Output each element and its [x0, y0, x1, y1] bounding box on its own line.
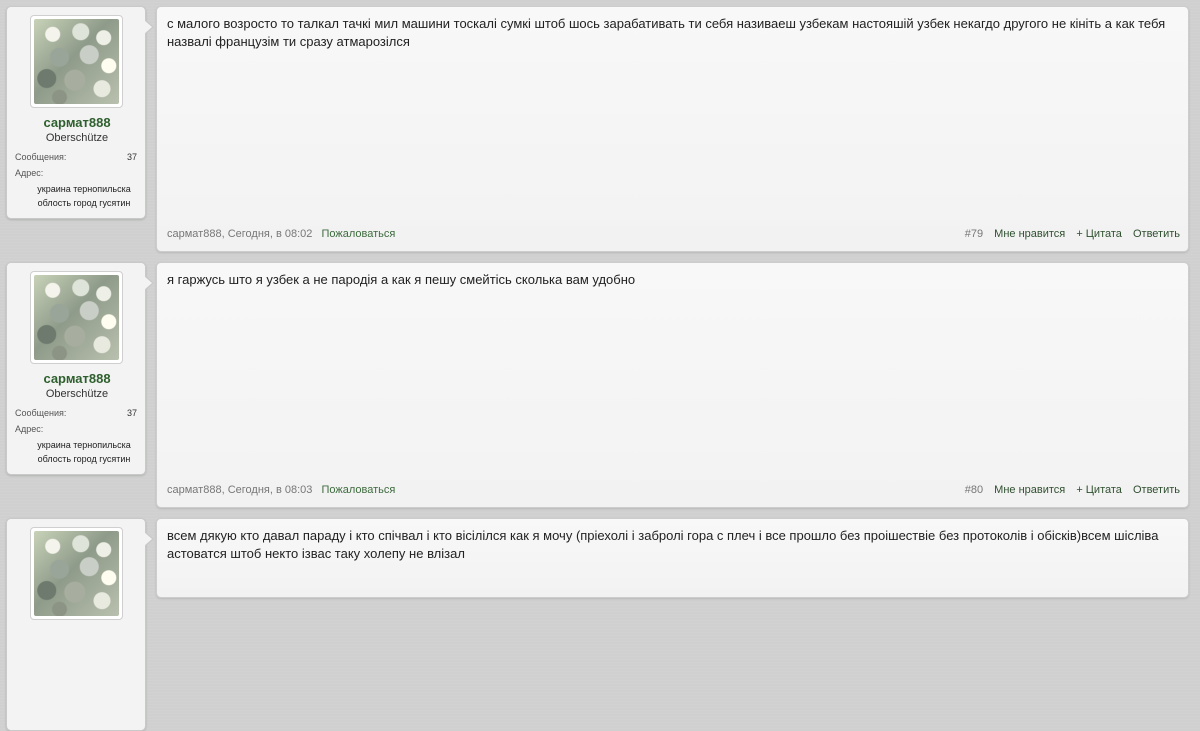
- user-info-panel: [6, 518, 154, 731]
- post-number-link[interactable]: #79: [965, 228, 983, 240]
- post-meta: сармат888, Сегодня, в 08:03 Пожаловаться: [167, 484, 395, 496]
- reply-link[interactable]: Ответить: [1133, 484, 1180, 496]
- user-info-panel: сармат888 Oberschütze Сообщения: 37 Адре…: [6, 262, 154, 475]
- report-link[interactable]: Пожаловаться: [321, 228, 395, 240]
- reply-link[interactable]: Ответить: [1133, 228, 1180, 240]
- post-time: , Сегодня, в 08:02: [221, 228, 313, 240]
- user-info-panel: сармат888 Oberschütze Сообщения: 37 Адре…: [6, 6, 154, 219]
- user-title: Oberschütze: [45, 388, 109, 400]
- avatar-image: [34, 531, 119, 616]
- like-link[interactable]: Мне нравится: [994, 484, 1065, 496]
- report-link[interactable]: Пожаловаться: [321, 484, 395, 496]
- avatar[interactable]: [30, 527, 123, 620]
- post-author[interactable]: сармат888: [167, 228, 222, 240]
- address-value: украина тернопильска облость город гусят…: [37, 184, 131, 208]
- speech-arrow: [144, 275, 154, 291]
- avatar[interactable]: [30, 15, 123, 108]
- messages-count: 37: [126, 152, 137, 162]
- username-link[interactable]: сармат888: [7, 115, 147, 130]
- message-body: с малого возросто то талкал тачкі мил ма…: [156, 6, 1189, 252]
- messages-count: 37: [126, 408, 137, 418]
- quote-link[interactable]: + Цитата: [1076, 228, 1122, 240]
- message-footer: сармат888, Сегодня, в 08:03 Пожаловаться…: [167, 484, 1180, 498]
- post-actions: #80 Мне нравится + Цитата Ответить: [957, 484, 1180, 496]
- speech-arrow: [144, 19, 154, 35]
- user-title: Oberschütze: [45, 132, 109, 144]
- message-body: я гаржусь што я узбек а не пародія а как…: [156, 262, 1189, 508]
- username-link[interactable]: сармат888: [7, 371, 147, 386]
- message-body: всем дякую кто давал параду і кто спічва…: [156, 518, 1189, 598]
- post: всем дякую кто давал параду і кто спічва…: [0, 518, 1200, 731]
- message-text: всем дякую кто давал параду і кто спічва…: [167, 528, 1159, 561]
- post-number-link[interactable]: #80: [965, 484, 983, 496]
- post-author[interactable]: сармат888: [167, 484, 222, 496]
- message-text: я гаржусь што я узбек а не пародія а как…: [167, 272, 636, 287]
- post-time: , Сегодня, в 08:03: [221, 484, 313, 496]
- post-actions: #79 Мне нравится + Цитата Ответить: [957, 228, 1180, 240]
- address-value: украина тернопильска облость город гусят…: [37, 440, 131, 464]
- quote-link[interactable]: + Цитата: [1076, 484, 1122, 496]
- message-footer: сармат888, Сегодня, в 08:02 Пожаловаться…: [167, 228, 1180, 242]
- message-text: с малого возросто то талкал тачкі мил ма…: [167, 16, 1166, 49]
- messages-label: Сообщения:: [15, 408, 67, 418]
- address-label: Адрес:: [15, 168, 44, 178]
- avatar[interactable]: [30, 271, 123, 364]
- post: сармат888 Oberschütze Сообщения: 37 Адре…: [0, 6, 1200, 252]
- post-meta: сармат888, Сегодня, в 08:02 Пожаловаться: [167, 228, 395, 240]
- avatar-image: [34, 19, 119, 104]
- post: сармат888 Oberschütze Сообщения: 37 Адре…: [0, 262, 1200, 508]
- messages-label: Сообщения:: [15, 152, 67, 162]
- address-label: Адрес:: [15, 424, 44, 434]
- speech-arrow: [144, 531, 154, 547]
- like-link[interactable]: Мне нравится: [994, 228, 1065, 240]
- avatar-image: [34, 275, 119, 360]
